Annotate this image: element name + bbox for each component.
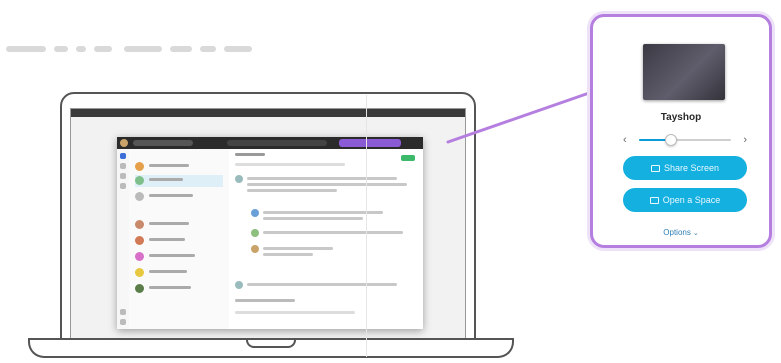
meet-button[interactable] — [401, 155, 415, 161]
search-bar[interactable] — [133, 140, 193, 146]
rail-icon[interactable] — [120, 163, 126, 169]
divider — [366, 95, 367, 357]
list-item[interactable] — [135, 191, 223, 203]
speaker-low-icon[interactable]: ‹ — [623, 132, 627, 148]
options-dropdown[interactable]: Options ⌄ — [593, 228, 769, 237]
rail-icon[interactable] — [120, 173, 126, 179]
message-input[interactable] — [235, 311, 355, 314]
rail-icon[interactable] — [120, 183, 126, 189]
open-space-button[interactable]: Open a Space — [623, 188, 747, 212]
title-bar-field — [227, 140, 327, 146]
list-item[interactable] — [135, 161, 223, 173]
volume-control: ‹ › — [623, 132, 747, 148]
laptop-notch — [246, 340, 296, 348]
tab-bar — [235, 163, 345, 166]
space-icon — [649, 197, 659, 204]
share-screen-label: Share Screen — [663, 163, 720, 173]
list-item[interactable] — [135, 251, 223, 263]
space-title — [235, 153, 265, 156]
chevron-down-icon: ⌄ — [692, 230, 699, 237]
speaker-high-icon[interactable]: › — [743, 132, 747, 148]
options-label: Options — [663, 228, 691, 237]
app-window — [117, 137, 423, 329]
list-item[interactable] — [135, 267, 223, 279]
volume-slider[interactable] — [639, 134, 731, 146]
screen-icon — [650, 165, 660, 172]
device-tv-icon — [643, 44, 725, 100]
space-list — [129, 149, 230, 329]
list-item[interactable] — [135, 219, 223, 231]
volume-thumb[interactable] — [665, 134, 678, 146]
rail-icon[interactable] — [120, 153, 126, 159]
connect-device-button[interactable] — [339, 139, 401, 147]
list-item[interactable] — [135, 235, 223, 247]
app-titlebar — [117, 137, 423, 149]
blurred-heading — [6, 40, 326, 62]
composer-toolbar[interactable] — [235, 299, 295, 302]
open-space-label: Open a Space — [662, 195, 721, 205]
share-screen-button[interactable]: Share Screen — [623, 156, 747, 180]
avatar[interactable] — [120, 139, 128, 147]
list-item[interactable] — [135, 283, 223, 295]
laptop-screen — [70, 108, 466, 342]
mac-menubar — [71, 109, 465, 117]
device-popover: Tayshop ‹ › Share Screen Open a Space Op… — [590, 14, 772, 248]
device-name: Tayshop — [660, 112, 702, 123]
rail-icon[interactable] — [120, 309, 126, 315]
rail-icon[interactable] — [120, 319, 126, 325]
list-item[interactable] — [135, 175, 223, 187]
conversation-pane — [229, 149, 423, 329]
